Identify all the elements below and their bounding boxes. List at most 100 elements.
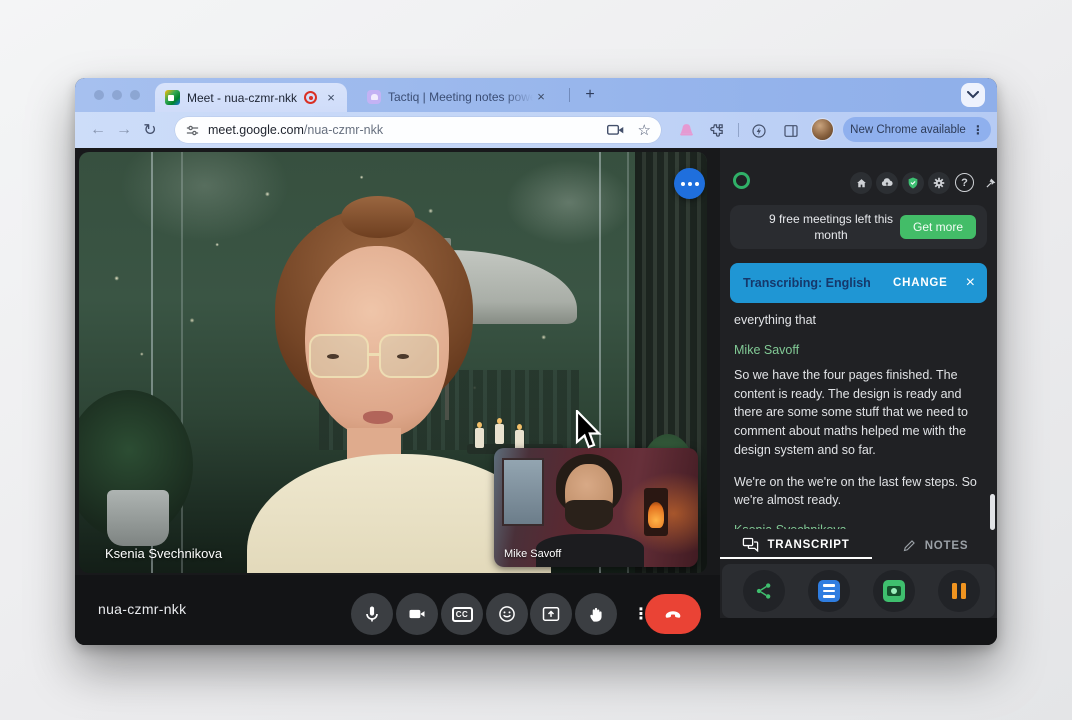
pip-name-label: Mike Savoff — [504, 548, 561, 560]
tactiq-favicon-icon — [367, 90, 381, 104]
tab-notes[interactable]: NOTES — [876, 532, 994, 559]
profile-avatar[interactable] — [812, 119, 833, 140]
cloud-upload-icon[interactable] — [876, 172, 898, 194]
transcript-scrollbar[interactable] — [990, 494, 995, 530]
glass-frame — [181, 152, 183, 573]
pip-video-tile[interactable]: Mike Savoff — [494, 448, 698, 567]
tactiq-sidebar: ? 9 free meetings left this month Get mo… — [720, 148, 997, 618]
transcribing-banner: Transcribing: English CHANGE × — [730, 263, 987, 303]
bookmark-star-icon[interactable]: ☆ — [638, 121, 651, 139]
media-pip-icon[interactable] — [607, 124, 624, 137]
transcript-list[interactable]: everything that Mike Savoff So we have t… — [720, 311, 997, 529]
quota-text: 9 free meetings left this month — [752, 211, 910, 243]
tab-title: Tactiq | Meeting notes powe — [388, 90, 533, 104]
glasses-lens — [309, 334, 369, 378]
participant-hair-bun — [341, 196, 415, 238]
tab-tactiq[interactable]: Tactiq | Meeting notes powe × — [359, 84, 555, 110]
chrome-update-button[interactable]: New Chrome available ⋮ — [843, 117, 991, 142]
tab-meet[interactable]: Meet - nua-czmr-nkk × — [155, 83, 347, 112]
site-settings-icon[interactable] — [185, 123, 200, 138]
tab-divider — [569, 88, 570, 102]
extensions-puzzle-icon[interactable] — [707, 121, 726, 140]
mouse-cursor — [575, 410, 603, 452]
new-tab-button[interactable]: + — [579, 84, 601, 106]
reactions-button[interactable] — [486, 593, 528, 635]
share-icon — [754, 581, 774, 601]
toolbar-divider — [738, 123, 739, 137]
close-tab-icon[interactable]: × — [533, 89, 549, 105]
browser-window: Meet - nua-czmr-nkk × Tactiq | Meeting n… — [75, 78, 997, 645]
tab-strip: Meet - nua-czmr-nkk × Tactiq | Meeting n… — [75, 78, 997, 112]
participant-mouth — [363, 411, 393, 424]
transcript-chat-icon — [742, 537, 759, 552]
plant-pot — [107, 490, 169, 546]
banner-close-icon[interactable]: × — [966, 274, 975, 292]
tactiq-status-icon — [733, 172, 750, 189]
main-video-tile[interactable]: Ksenia Svechnikova Mike Savoff — [79, 152, 707, 573]
window-minimize-button[interactable] — [112, 90, 122, 100]
screenshot-button[interactable] — [873, 570, 915, 612]
emoji-icon — [497, 604, 517, 624]
url-host: meet.google.com — [208, 123, 304, 137]
transcript-text: We're on the we're on the last few steps… — [734, 473, 983, 511]
home-icon[interactable] — [850, 172, 872, 194]
address-bar[interactable]: meet.google.com/nua-czmr-nkk ☆ — [175, 117, 661, 143]
camera-button[interactable] — [396, 593, 438, 635]
captions-button[interactable]: CC — [441, 593, 483, 635]
change-language-button[interactable]: CHANGE — [893, 277, 948, 289]
microphone-icon — [362, 604, 382, 624]
eye — [327, 354, 339, 359]
pip-beard — [565, 500, 613, 530]
end-call-icon — [662, 603, 684, 625]
captions-icon: CC — [452, 607, 473, 622]
pin-icon[interactable] — [980, 172, 997, 194]
tab-title: Meet - nua-czmr-nkk — [187, 91, 304, 105]
pause-icon — [952, 583, 966, 599]
transcript-text: So we have the four pages finished. The … — [734, 366, 983, 460]
participant-name-label: Ksenia Svechnikova — [105, 546, 222, 561]
candle — [475, 428, 484, 448]
side-panel-icon[interactable] — [781, 121, 800, 140]
transcript-speaker: Ksenia Svechnikova — [734, 523, 983, 529]
export-doc-button[interactable] — [808, 570, 850, 612]
glasses-bridge — [367, 353, 381, 356]
forward-icon[interactable]: → — [111, 121, 137, 139]
recording-indicator-icon — [304, 91, 317, 104]
meet-content: Ksenia Svechnikova Mike Savoff nua-czmr-… — [75, 148, 997, 645]
chat-notification-icon[interactable] — [674, 168, 705, 199]
tab-transcript[interactable]: TRANSCRIPT — [720, 532, 872, 559]
candle — [515, 430, 524, 450]
window-zoom-button[interactable] — [130, 90, 140, 100]
share-button[interactable] — [743, 570, 785, 612]
browser-toolbar: ← → ↻ meet.google.com/nua-czmr-nkk ☆ New… — [75, 112, 997, 148]
google-doc-icon — [818, 580, 840, 602]
tab-transcript-label: TRANSCRIPT — [767, 539, 849, 551]
microphone-button[interactable] — [351, 593, 393, 635]
tactiq-extension-icon[interactable] — [677, 121, 696, 140]
back-icon[interactable]: ← — [85, 121, 111, 139]
tactiq-action-bar — [722, 564, 995, 618]
close-tab-icon[interactable]: × — [323, 90, 339, 106]
transcript-speaker: Mike Savoff — [734, 343, 983, 357]
raise-hand-button[interactable] — [575, 593, 617, 635]
get-more-button[interactable]: Get more — [900, 215, 976, 239]
reload-icon[interactable]: ↻ — [137, 120, 163, 140]
chrome-update-label: New Chrome available — [850, 124, 966, 136]
tab-search-button[interactable] — [961, 83, 985, 107]
settings-gear-icon[interactable] — [928, 172, 950, 194]
shield-check-icon[interactable] — [902, 172, 924, 194]
pip-fireplace — [644, 488, 668, 536]
present-button[interactable] — [530, 593, 572, 635]
url-path: /nua-czmr-nkk — [304, 123, 383, 137]
tab-notes-label: NOTES — [925, 540, 969, 552]
window-close-button[interactable] — [94, 90, 104, 100]
pip-window — [502, 458, 544, 526]
help-icon[interactable]: ? — [955, 173, 974, 192]
chrome-menu-icon[interactable]: ⋮ — [972, 123, 984, 137]
transcribing-status-label: Transcribing: English — [743, 276, 893, 290]
pause-transcription-button[interactable] — [938, 570, 980, 612]
speed-gauge-icon[interactable] — [749, 121, 768, 140]
camera-icon — [407, 604, 427, 624]
end-call-button[interactable] — [645, 594, 701, 634]
transcript-text: everything that — [734, 311, 983, 330]
